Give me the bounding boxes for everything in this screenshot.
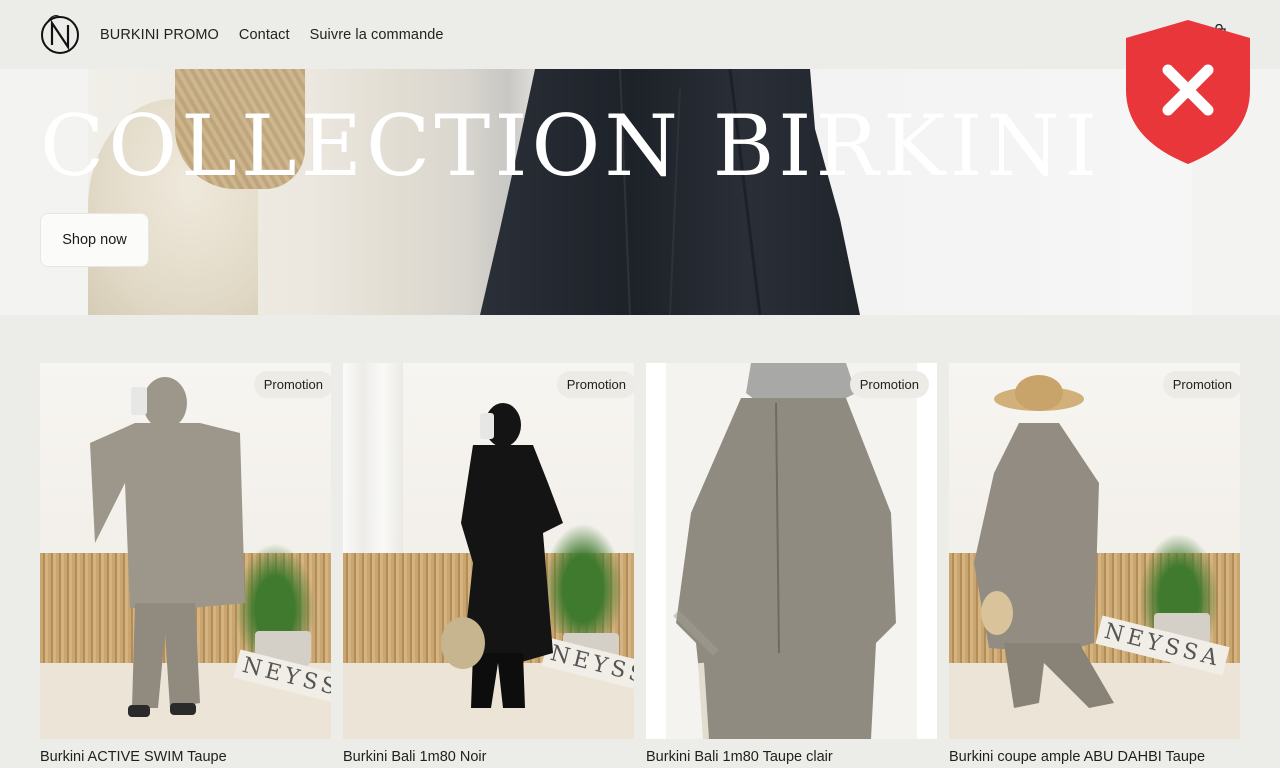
product-card[interactable]: NEYSSA Promotion Burkini coupe ample ABU… [949, 363, 1240, 765]
shop-now-button[interactable]: Shop now [40, 213, 149, 267]
promotion-badge: Promotion [556, 371, 634, 398]
product-name[interactable]: Burkini Bali 1m80 Noir [343, 749, 634, 765]
brand-logo[interactable] [40, 11, 80, 59]
product-card[interactable]: NEYSSA Promotion Burkini ACTIVE SWIM Tau… [40, 363, 331, 765]
hero-title: COLLECTION BIRKINI [40, 97, 1102, 195]
product-image[interactable]: NEYSSA Promotion [40, 363, 331, 739]
model-figure [441, 403, 563, 708]
product-card[interactable]: NEYSSA Promotion Burkini Bali 1m80 Noir [343, 363, 634, 765]
nav-contact[interactable]: Contact [239, 27, 290, 43]
product-name[interactable]: Burkini ACTIVE SWIM Taupe [40, 749, 331, 765]
product-name[interactable]: Burkini coupe ample ABU DAHBI Taupe [949, 749, 1240, 765]
product-card[interactable]: Promotion Burkini Bali 1m80 Taupe clair [646, 363, 937, 765]
nav-burkini-promo[interactable]: BURKINI PROMO [100, 27, 219, 43]
promotion-badge: Promotion [253, 371, 331, 398]
promotion-badge: Promotion [1162, 371, 1240, 398]
main-nav: BURKINI PROMO Contact Suivre la commande [100, 27, 464, 43]
model-figure [974, 375, 1114, 708]
product-image[interactable]: NEYSSA Promotion [343, 363, 634, 739]
security-shield-x-icon[interactable] [1126, 20, 1250, 164]
model-figure [673, 363, 896, 739]
hero-banner: COLLECTION BIRKINI Shop now [0, 69, 1280, 315]
promotion-badge: Promotion [849, 371, 929, 398]
model-figure [90, 377, 245, 717]
product-image[interactable]: NEYSSA Promotion [949, 363, 1240, 739]
product-image[interactable]: Promotion [646, 363, 937, 739]
site-header: BURKINI PROMO Contact Suivre la commande [0, 0, 1280, 69]
nav-track-order[interactable]: Suivre la commande [310, 27, 444, 43]
product-name[interactable]: Burkini Bali 1m80 Taupe clair [646, 749, 937, 765]
